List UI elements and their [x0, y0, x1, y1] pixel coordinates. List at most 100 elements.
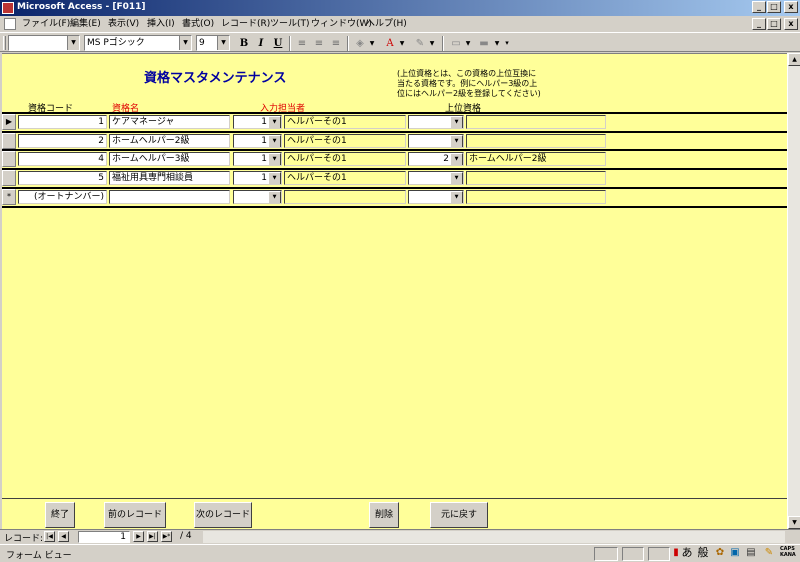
border-width-icon[interactable]: ▭ [448, 36, 464, 51]
menu-insert[interactable]: 挿入(I) [147, 17, 175, 31]
align-right-icon[interactable]: ≡ [328, 36, 344, 51]
new-staff-id-combo[interactable]: ▼ [233, 190, 282, 204]
ime-dict-icon[interactable]: ▤ [744, 546, 758, 560]
chevron-down-icon[interactable]: ▼ [67, 36, 79, 50]
record-name-field[interactable]: ホームヘルパー3級 [109, 152, 230, 166]
chevron-down-icon[interactable]: ▼ [450, 116, 463, 128]
parent-id-combo[interactable]: ▼ [408, 115, 464, 129]
menu-view[interactable]: 表示(V) [108, 17, 139, 31]
record-selector[interactable] [2, 170, 16, 186]
chevron-down-icon[interactable]: ▼ [464, 36, 472, 51]
form-icon[interactable] [4, 18, 16, 30]
menu-records[interactable]: レコード(R) [221, 17, 270, 31]
bold-button[interactable]: B [236, 36, 252, 51]
record-name-field[interactable]: ケアマネージャ [109, 115, 230, 129]
font-name-combo[interactable]: MS Pゴシック ▼ [84, 35, 192, 51]
staff-id-combo[interactable]: 1 ▼ [233, 134, 282, 148]
menu-help[interactable]: ヘルプ(H) [366, 17, 407, 31]
access-app-icon[interactable] [2, 2, 14, 14]
chevron-down-icon[interactable]: ▼ [268, 116, 281, 128]
scroll-up-icon[interactable]: ▲ [788, 53, 800, 66]
ime-tool-icon[interactable]: ✿ [713, 546, 727, 560]
chevron-down-icon[interactable]: ▼ [450, 172, 463, 184]
menu-window[interactable]: ウィンドウ(W) [311, 17, 372, 31]
horizontal-scrollbar[interactable] [203, 531, 785, 543]
parent-id-combo[interactable]: 2 ▼ [408, 152, 464, 166]
record-code-field[interactable]: 2 [18, 134, 107, 148]
chevron-down-icon[interactable]: ▼ [493, 36, 501, 51]
chevron-down-icon[interactable]: ▼ [368, 36, 376, 51]
record-selector[interactable] [2, 133, 16, 149]
font-color-icon[interactable]: A [382, 36, 398, 51]
scroll-down-icon[interactable]: ▼ [788, 516, 800, 529]
new-record-icon[interactable]: ▶* [161, 531, 172, 542]
staff-id-combo[interactable]: 1 ▼ [233, 115, 282, 129]
chevron-down-icon[interactable]: ▼ [217, 36, 229, 50]
doc-minimize-button[interactable]: _ [752, 18, 766, 30]
record-name-field[interactable]: ホームヘルパー2級 [109, 134, 230, 148]
record-name-field[interactable]: 福祉用具専門相談員 [109, 171, 230, 185]
chevron-down-icon[interactable]: ▼ [179, 36, 191, 50]
chevron-down-icon[interactable]: ▼ [428, 36, 436, 51]
next-record-icon[interactable]: ▶ [133, 531, 144, 542]
record-code-field[interactable]: 1 [18, 115, 107, 129]
minimize-button[interactable]: _ [752, 1, 766, 13]
new-record-selector[interactable]: * [2, 189, 16, 205]
chevron-down-icon[interactable]: ▼ [398, 36, 406, 51]
undo-button[interactable]: 元に戻す [430, 502, 488, 528]
record-selector[interactable] [2, 151, 16, 167]
toolbar-options-icon[interactable]: ▾ [503, 36, 511, 51]
ime-mode-icon[interactable]: 般 [696, 546, 710, 560]
special-effect-icon[interactable]: ▬ [476, 36, 492, 51]
last-record-icon[interactable]: ▶| [147, 531, 158, 542]
new-record-code-field[interactable]: (オートナンバー) [18, 190, 107, 204]
next-record-button[interactable]: 次のレコード [194, 502, 252, 528]
staff-id-combo[interactable]: 1 ▼ [233, 152, 282, 166]
end-button[interactable]: 終了 [45, 502, 75, 528]
menu-file[interactable]: ファイル(F) [22, 17, 70, 31]
font-size-combo[interactable]: 9 ▼ [196, 35, 230, 51]
previous-record-icon[interactable]: ◀ [58, 531, 69, 542]
doc-close-button[interactable]: x [784, 18, 798, 30]
underline-button[interactable]: U [270, 36, 286, 51]
new-record-name-field[interactable] [109, 190, 230, 204]
chevron-down-icon[interactable]: ▼ [268, 172, 281, 184]
parent-id-combo[interactable]: ▼ [408, 134, 464, 148]
menu-tools[interactable]: ツール(T) [270, 17, 310, 31]
chevron-down-icon[interactable]: ▼ [450, 135, 463, 147]
italic-button[interactable]: I [253, 36, 269, 51]
chevron-down-icon[interactable]: ▼ [268, 153, 281, 165]
vertical-scrollbar[interactable]: ▲ ▼ [787, 53, 800, 529]
chevron-down-icon[interactable]: ▼ [268, 191, 281, 203]
object-combo[interactable]: ▼ [8, 35, 80, 51]
record-selector[interactable]: ▶ [2, 114, 16, 130]
chevron-down-icon[interactable]: ▼ [268, 135, 281, 147]
menu-format[interactable]: 書式(O) [182, 17, 214, 31]
fill-color-icon[interactable]: ◈ [352, 36, 368, 51]
delete-button[interactable]: 削除 [369, 502, 399, 528]
ime-pad-icon[interactable]: ▣ [728, 546, 742, 560]
staff-id-value: 1 [261, 154, 267, 164]
parent-id-combo[interactable]: ▼ [408, 171, 464, 185]
doc-restore-button[interactable]: □ [767, 18, 781, 30]
staff-id-combo[interactable]: 1 ▼ [233, 171, 282, 185]
chevron-down-icon[interactable]: ▼ [450, 153, 463, 165]
restore-button[interactable]: □ [767, 1, 781, 13]
line-color-icon[interactable]: ✎ [412, 36, 428, 51]
ime-help-icon[interactable]: ✎ [762, 546, 776, 560]
parent-name-field: ホームヘルパー2級 [466, 152, 606, 166]
align-left-icon[interactable]: ≡ [294, 36, 310, 51]
record-code-field[interactable]: 4 [18, 152, 107, 166]
first-record-icon[interactable]: |◀ [44, 531, 55, 542]
record-number-input[interactable]: 1 [78, 531, 130, 543]
ime-hiragana-icon[interactable]: あ [680, 546, 694, 560]
new-parent-id-combo[interactable]: ▼ [408, 190, 464, 204]
chevron-down-icon[interactable]: ▼ [450, 191, 463, 203]
menu-edit[interactable]: 編集(E) [70, 17, 101, 31]
align-center-icon[interactable]: ≡ [311, 36, 327, 51]
toolbar-grip[interactable] [3, 36, 6, 50]
close-button[interactable]: x [784, 1, 798, 13]
record-code-field[interactable]: 5 [18, 171, 107, 185]
prev-record-button[interactable]: 前のレコード [104, 502, 166, 528]
form-footer: 終了 前のレコード 次のレコード 削除 元に戻す [2, 498, 787, 529]
